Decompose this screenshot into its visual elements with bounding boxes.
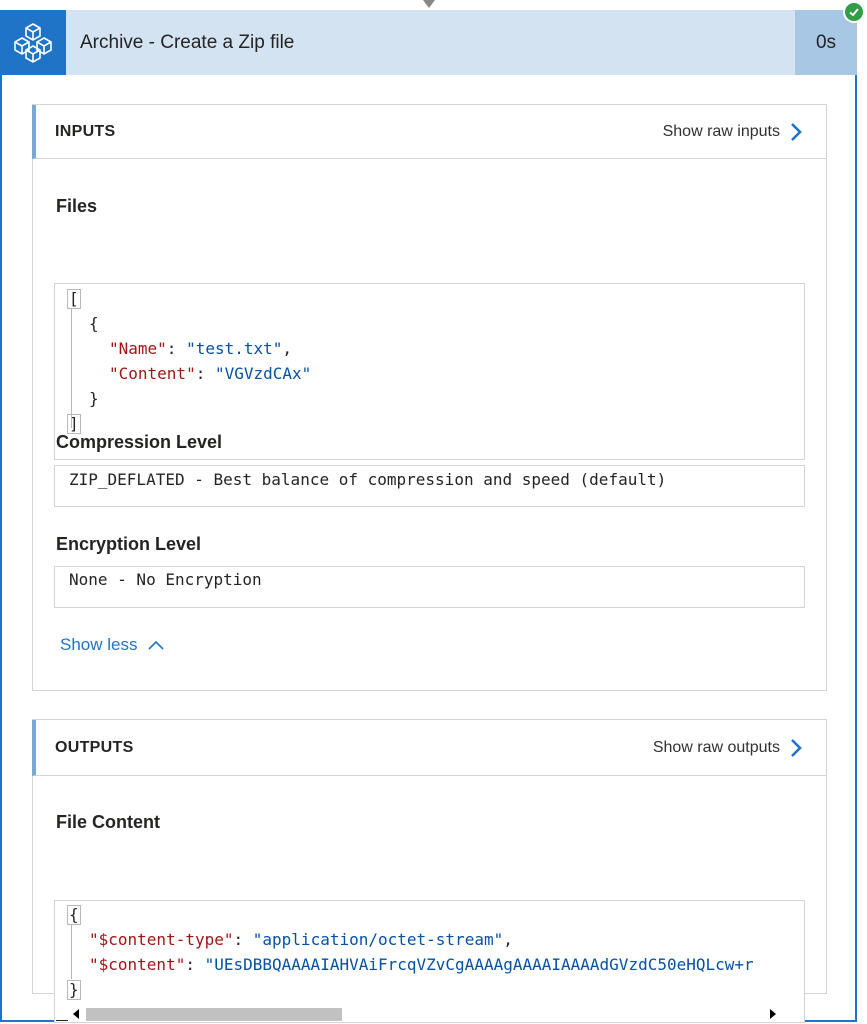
outputs-section: OUTPUTS Show raw outputs File Content { … [32,719,827,1023]
show-less-label: Show less [60,635,138,654]
compression-level-label: Compression Level [56,432,223,452]
content-type-key: "$content-type" [89,930,234,949]
show-less-link[interactable]: Show less [60,635,165,655]
content-value: "VGVzdCAx" [214,364,312,383]
inputs-section-header: INPUTS Show raw inputs [32,105,826,159]
open-brace: { [67,905,81,925]
open-brace: { [89,314,99,333]
content-value: "UEsDBBQAAAAIAHVAiFrcqVZvCgAAAAgAAAAIAAA… [204,955,754,974]
show-raw-inputs-link[interactable]: Show raw inputs [663,122,826,142]
action-header[interactable]: Archive - Create a Zip file 0s [0,10,857,75]
scroll-left-arrow-icon[interactable] [72,1008,80,1020]
horizontal-scrollbar[interactable] [55,1005,804,1022]
content-type-value: "application/octet-stream" [252,930,504,949]
content-key: "Content" [109,364,196,383]
show-raw-outputs-link[interactable]: Show raw outputs [653,738,826,758]
encryption-level-label: Encryption Level [56,534,202,554]
scroll-right-arrow-icon[interactable] [769,1008,777,1020]
outputs-title: OUTPUTS [55,738,134,756]
name-key: "Name" [109,339,167,358]
show-raw-inputs-label: Show raw inputs [662,122,780,140]
show-raw-outputs-label: Show raw outputs [652,738,780,756]
close-brace: } [89,389,99,408]
action-title: Archive - Create a Zip file [80,31,295,53]
encryption-level-text: None - No Encryption [69,570,262,589]
archive-cubes-icon [0,10,66,75]
chevron-right-icon [791,122,802,141]
close-bracket: ] [67,414,81,434]
flow-connector-arrow-icon [423,0,435,8]
inputs-title: INPUTS [55,122,116,140]
outputs-section-header: OUTPUTS Show raw outputs [32,720,826,776]
compression-level-value[interactable]: ZIP_DEFLATED - Best balance of compressi… [54,465,805,507]
name-value: "test.txt" [186,339,283,358]
chevron-right-icon [791,738,802,757]
content-key: "$content" [89,955,186,974]
encryption-level-value[interactable]: None - No Encryption [54,566,805,608]
open-bracket: [ [67,289,81,309]
inputs-section: INPUTS Show raw inputs Files [ { "Name":… [32,104,827,691]
file-content-label: File Content [56,812,160,832]
checkmark-icon [843,1,865,23]
compression-level-text: ZIP_DEFLATED - Best balance of compressi… [69,470,667,489]
chevron-up-icon [148,640,165,650]
close-brace: } [67,980,81,1000]
file-content-json-viewer[interactable]: { "$content-type": "application/octet-st… [54,900,805,1023]
files-label: Files [56,196,98,216]
scrollbar-thumb[interactable] [86,1008,342,1021]
